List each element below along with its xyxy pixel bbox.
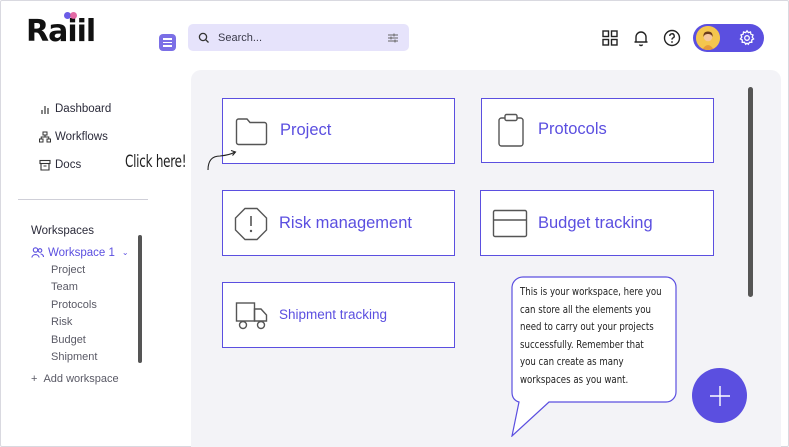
bubble-line: This is your workspace, here you bbox=[520, 286, 662, 298]
workspace-child-item[interactable]: Project bbox=[51, 264, 85, 276]
annotation-arrow-icon bbox=[207, 149, 237, 171]
bubble-text: This is your workspace, here you can sto… bbox=[520, 284, 676, 389]
sidebar-item-label: Workflows bbox=[55, 131, 108, 143]
main-scrollbar[interactable] bbox=[748, 87, 753, 297]
plus-icon: + bbox=[31, 373, 38, 385]
card-label: Risk management bbox=[279, 214, 412, 232]
sidebar-item-label: Dashboard bbox=[55, 103, 112, 115]
card-project[interactable]: Project bbox=[222, 98, 455, 164]
sidebar-scrollbar[interactable] bbox=[138, 235, 142, 363]
folder-icon bbox=[235, 118, 268, 146]
menu-toggle-button[interactable] bbox=[159, 34, 176, 51]
workspaces-heading: Workspaces bbox=[31, 225, 95, 237]
card-protocols[interactable]: Protocols bbox=[481, 98, 714, 163]
search-bar[interactable] bbox=[188, 24, 409, 51]
workflow-icon bbox=[39, 131, 51, 143]
bubble-line: can store all the elements you bbox=[520, 303, 651, 316]
users-icon bbox=[31, 247, 44, 258]
bubble-line: need to carry out your projects bbox=[520, 321, 654, 333]
workspace-child-item[interactable]: Protocols bbox=[51, 299, 97, 311]
add-workspace-button[interactable]: + Add workspace bbox=[31, 373, 119, 385]
add-workspace-label: Add workspace bbox=[43, 373, 119, 385]
card-label: Project bbox=[280, 121, 332, 139]
help-icon[interactable] bbox=[663, 29, 681, 47]
search-input[interactable] bbox=[218, 31, 387, 44]
card-label: Budget tracking bbox=[538, 214, 653, 232]
bubble-line: successfully. Remember that bbox=[520, 338, 644, 351]
warning-octagon-icon bbox=[234, 207, 268, 241]
workspace-child-item[interactable]: Shipment bbox=[51, 351, 97, 363]
bubble-line: workspaces as you want. bbox=[520, 373, 629, 386]
sidebar-item-dashboard[interactable]: Dashboard bbox=[39, 103, 111, 115]
bar-chart-icon bbox=[41, 106, 49, 114]
bell-icon[interactable] bbox=[632, 29, 650, 47]
gear-icon[interactable] bbox=[738, 29, 756, 47]
bubble-line: you can create as many bbox=[520, 356, 624, 368]
card-risk-management[interactable]: Risk management bbox=[222, 190, 455, 256]
click-here-annotation: Click here! bbox=[125, 152, 187, 172]
card-label: Protocols bbox=[538, 120, 607, 138]
app-logo: Raiil bbox=[26, 14, 96, 49]
clipboard-icon bbox=[498, 113, 524, 147]
card-budget-tracking[interactable]: Budget tracking bbox=[480, 190, 714, 256]
filter-icon[interactable] bbox=[387, 32, 399, 44]
sidebar-item-label: Docs bbox=[55, 159, 82, 171]
add-fab-button[interactable] bbox=[692, 368, 747, 423]
sidebar-divider bbox=[18, 199, 148, 200]
logo-dots bbox=[64, 12, 78, 19]
truck-icon bbox=[235, 302, 268, 330]
card-label: Shipment tracking bbox=[279, 307, 388, 322]
workspace-child-item[interactable]: Team bbox=[51, 281, 78, 293]
logo-text: Raiil bbox=[26, 14, 96, 49]
sidebar-item-workflows[interactable]: Workflows bbox=[39, 131, 108, 143]
workspace-child-item[interactable]: Risk bbox=[51, 316, 72, 328]
workspace-child-item[interactable]: Budget bbox=[51, 334, 86, 346]
avatar[interactable] bbox=[696, 26, 720, 50]
archive-icon bbox=[39, 159, 51, 171]
user-menu[interactable] bbox=[693, 24, 764, 52]
search-icon bbox=[198, 32, 209, 43]
sidebar-item-docs[interactable]: Docs bbox=[39, 159, 81, 171]
card-shipment-tracking[interactable]: Shipment tracking bbox=[222, 282, 455, 348]
workspace-name: Workspace 1 bbox=[48, 246, 115, 259]
plus-icon bbox=[709, 385, 730, 406]
card-icon bbox=[492, 209, 528, 238]
apps-grid-icon[interactable] bbox=[601, 29, 619, 47]
workspace-1-item[interactable]: Workspace 1 ⌄ bbox=[31, 246, 129, 259]
chevron-down-icon[interactable]: ⌄ bbox=[122, 248, 129, 257]
